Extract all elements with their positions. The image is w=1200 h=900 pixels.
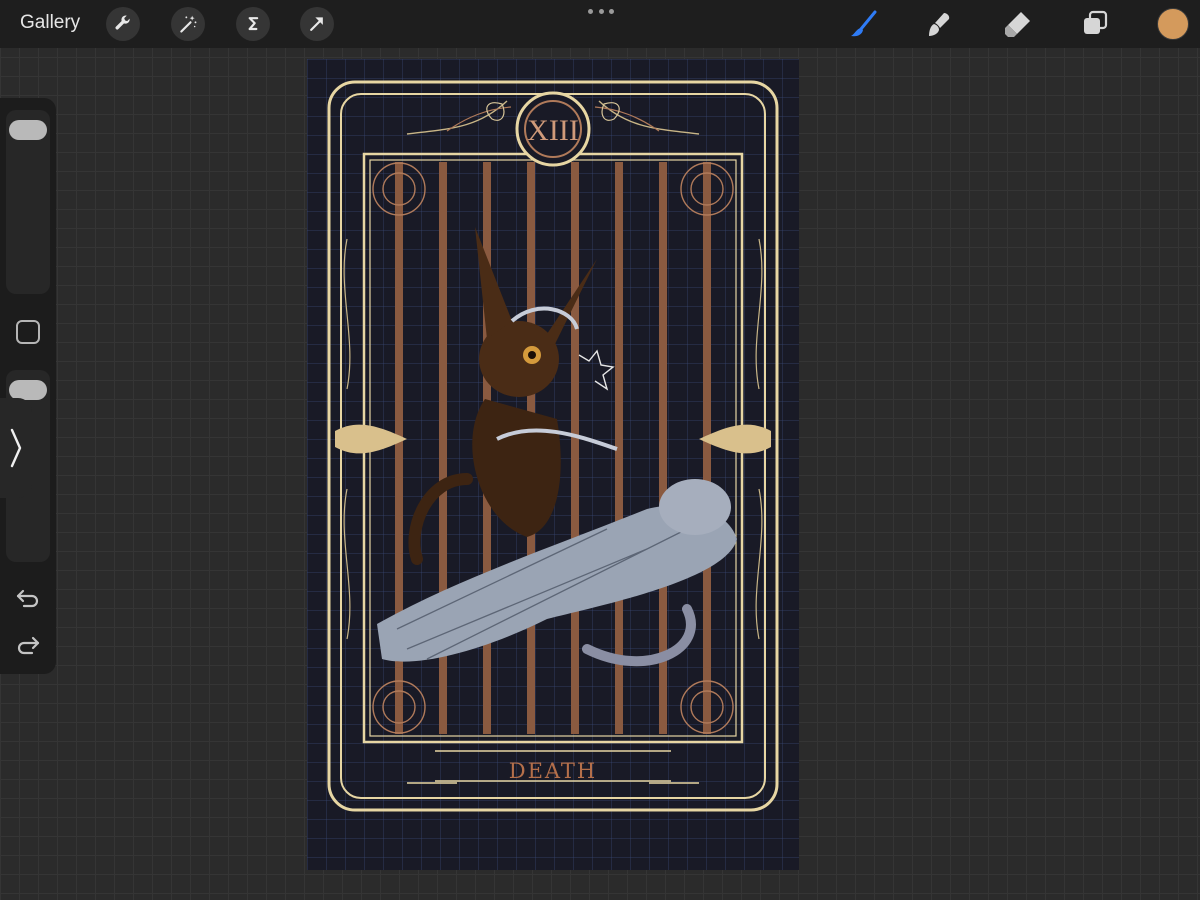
- selection-icon: [248, 17, 259, 31]
- adjustments-button[interactable]: [171, 7, 205, 41]
- brush-size-handle[interactable]: [9, 120, 47, 140]
- eraser-tool-button[interactable]: [1000, 7, 1034, 41]
- redo-icon: [17, 636, 40, 655]
- character-illustration: [377, 227, 737, 667]
- chevron-right-icon: [10, 428, 22, 468]
- color-picker-button[interactable]: [1157, 8, 1189, 40]
- opacity-handle[interactable]: [9, 380, 47, 400]
- card-numeral: XIII: [527, 114, 579, 147]
- left-sidebar: [0, 98, 56, 674]
- smudge-icon: [929, 13, 950, 36]
- magic-wand-icon: [180, 15, 197, 33]
- arrow-icon: [310, 17, 323, 31]
- actions-button[interactable]: [106, 7, 140, 41]
- layers-button[interactable]: [1078, 7, 1112, 41]
- cage-bar: [703, 162, 711, 734]
- tarot-card-artwork: XIII DEATH: [327, 80, 779, 812]
- brush-icon: [851, 10, 877, 37]
- selection-button[interactable]: [236, 7, 270, 41]
- sidebar-expand-tab[interactable]: [0, 398, 32, 498]
- gallery-button[interactable]: Gallery: [20, 12, 80, 34]
- artwork-canvas[interactable]: XIII DEATH: [307, 59, 799, 870]
- cage-bar: [659, 162, 667, 734]
- undo-icon: [16, 589, 39, 608]
- transform-button[interactable]: [300, 7, 334, 41]
- brush-size-slider[interactable]: [6, 110, 50, 294]
- undo-button[interactable]: [14, 586, 42, 610]
- cage-bar: [571, 162, 579, 734]
- redo-button[interactable]: [14, 633, 42, 657]
- more-options-icon[interactable]: [588, 7, 614, 15]
- top-toolbar: Gallery: [0, 0, 1200, 48]
- wrench-icon: [115, 15, 130, 30]
- smudge-tool-button[interactable]: [922, 7, 956, 41]
- eraser-icon: [1005, 12, 1030, 37]
- surprise-burst: [578, 349, 615, 391]
- layers-icon: [1084, 10, 1108, 34]
- card-title: DEATH: [509, 759, 598, 783]
- modify-button[interactable]: [16, 320, 40, 344]
- brush-tool-button[interactable]: [846, 7, 880, 41]
